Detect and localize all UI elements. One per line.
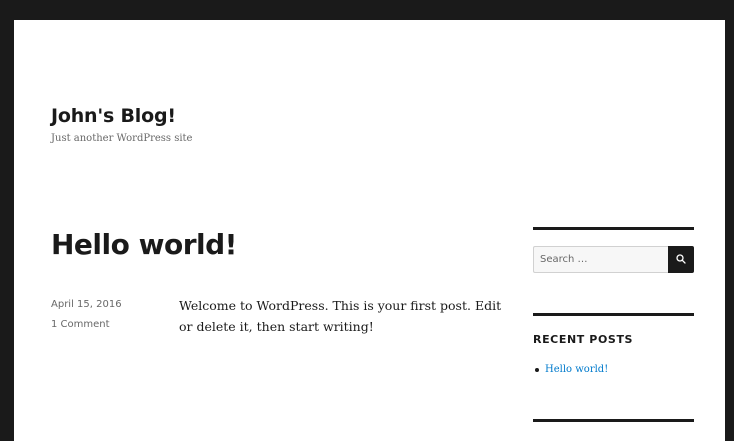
post-comments-link[interactable]: 1 Comment xyxy=(51,318,110,332)
page-frame: John's Blog! Just another WordPress site… xyxy=(14,20,725,441)
list-item: Hello world! xyxy=(533,363,608,377)
widget-divider xyxy=(533,419,694,422)
site-description: Just another WordPress site xyxy=(51,133,193,144)
post-date-link[interactable]: April 15, 2016 xyxy=(51,298,122,312)
search-form xyxy=(533,246,694,273)
bullet-icon xyxy=(535,368,539,372)
recent-posts-title: RECENT POSTS xyxy=(533,333,634,346)
widget-divider xyxy=(533,313,694,316)
search-icon xyxy=(676,254,686,264)
post-content: Welcome to WordPress. This is your first… xyxy=(179,298,502,334)
recent-post-link[interactable]: Hello world! xyxy=(545,364,608,375)
site-title[interactable]: John's Blog! xyxy=(51,103,176,129)
search-button[interactable] xyxy=(668,246,694,273)
search-input[interactable] xyxy=(533,246,668,273)
post-title[interactable]: Hello world! xyxy=(51,225,237,265)
widget-divider xyxy=(533,227,694,230)
recent-posts-list: Hello world! xyxy=(533,363,608,377)
